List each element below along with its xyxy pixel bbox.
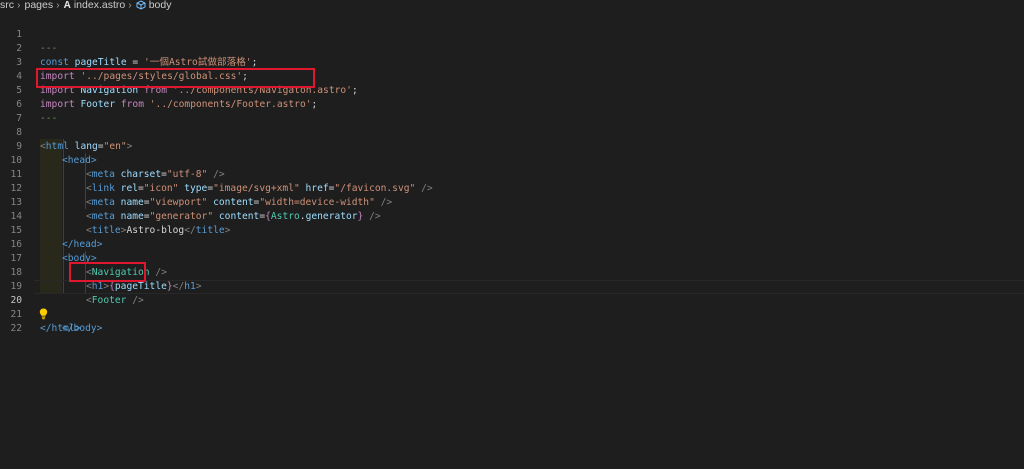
cube-symbol-icon <box>136 0 146 11</box>
highlight-box-footer-component <box>69 262 146 282</box>
code-line[interactable]: 13 <meta name="generator" content={Astro… <box>0 182 1024 222</box>
astro-file-icon: A <box>63 0 71 11</box>
code-line[interactable]: 17 <Navigation /> <box>0 238 1024 278</box>
code-line[interactable]: 16 <body> <box>0 224 1024 264</box>
code-line[interactable]: 9 <head> <box>0 126 1024 166</box>
code-line[interactable]: 22 <box>0 308 1024 334</box>
code-line[interactable]: 1 --- <box>0 14 1024 54</box>
tag-html-close: </html> <box>40 323 81 334</box>
chevron-right-icon: › <box>56 0 60 11</box>
code-line[interactable]: 12 <meta name="viewport" content="width=… <box>0 168 1024 208</box>
breadcrumb-symbol[interactable]: body <box>149 0 172 11</box>
code-line[interactable]: 11 <link rel="icon" type="image/svg+xml"… <box>0 154 1024 194</box>
code-line-current[interactable]: 20 </body> <box>0 280 1024 334</box>
code-line[interactable]: 8 <html lang="en"> <box>0 112 1024 152</box>
code-line[interactable]: 19 <Footer /> <box>0 266 1024 306</box>
highlight-box-import-footer <box>36 68 315 88</box>
code-line[interactable]: 7 <box>0 98 1024 124</box>
breadcrumb: src › pages › Aindex.astro › body <box>0 0 1024 11</box>
breadcrumb-pages[interactable]: pages <box>25 0 54 11</box>
breadcrumb-file[interactable]: index.astro <box>74 0 125 11</box>
code-line[interactable]: 21 </html> <box>0 294 1024 334</box>
chevron-right-icon: › <box>17 0 21 11</box>
code-editor[interactable]: 1 --- 2 const pageTitle = '一個Astro試做部落格'… <box>0 13 1024 469</box>
code-line[interactable]: 10 <meta charset="utf-8" /> <box>0 140 1024 180</box>
code-line[interactable]: 14 <title>Astro-blog</title> <box>0 196 1024 236</box>
code-line[interactable]: 2 const pageTitle = '一個Astro試做部落格'; <box>0 28 1024 68</box>
chevron-right-icon: › <box>128 0 132 11</box>
breadcrumb-src[interactable]: src <box>0 0 14 11</box>
code-line[interactable]: 15 </head> <box>0 210 1024 250</box>
code-line[interactable]: 3 import '../pages/styles/global.css'; <box>0 42 1024 82</box>
code-line[interactable]: 18 <h1>{pageTitle}</h1> <box>0 252 1024 292</box>
line-number: 22 <box>10 323 22 334</box>
